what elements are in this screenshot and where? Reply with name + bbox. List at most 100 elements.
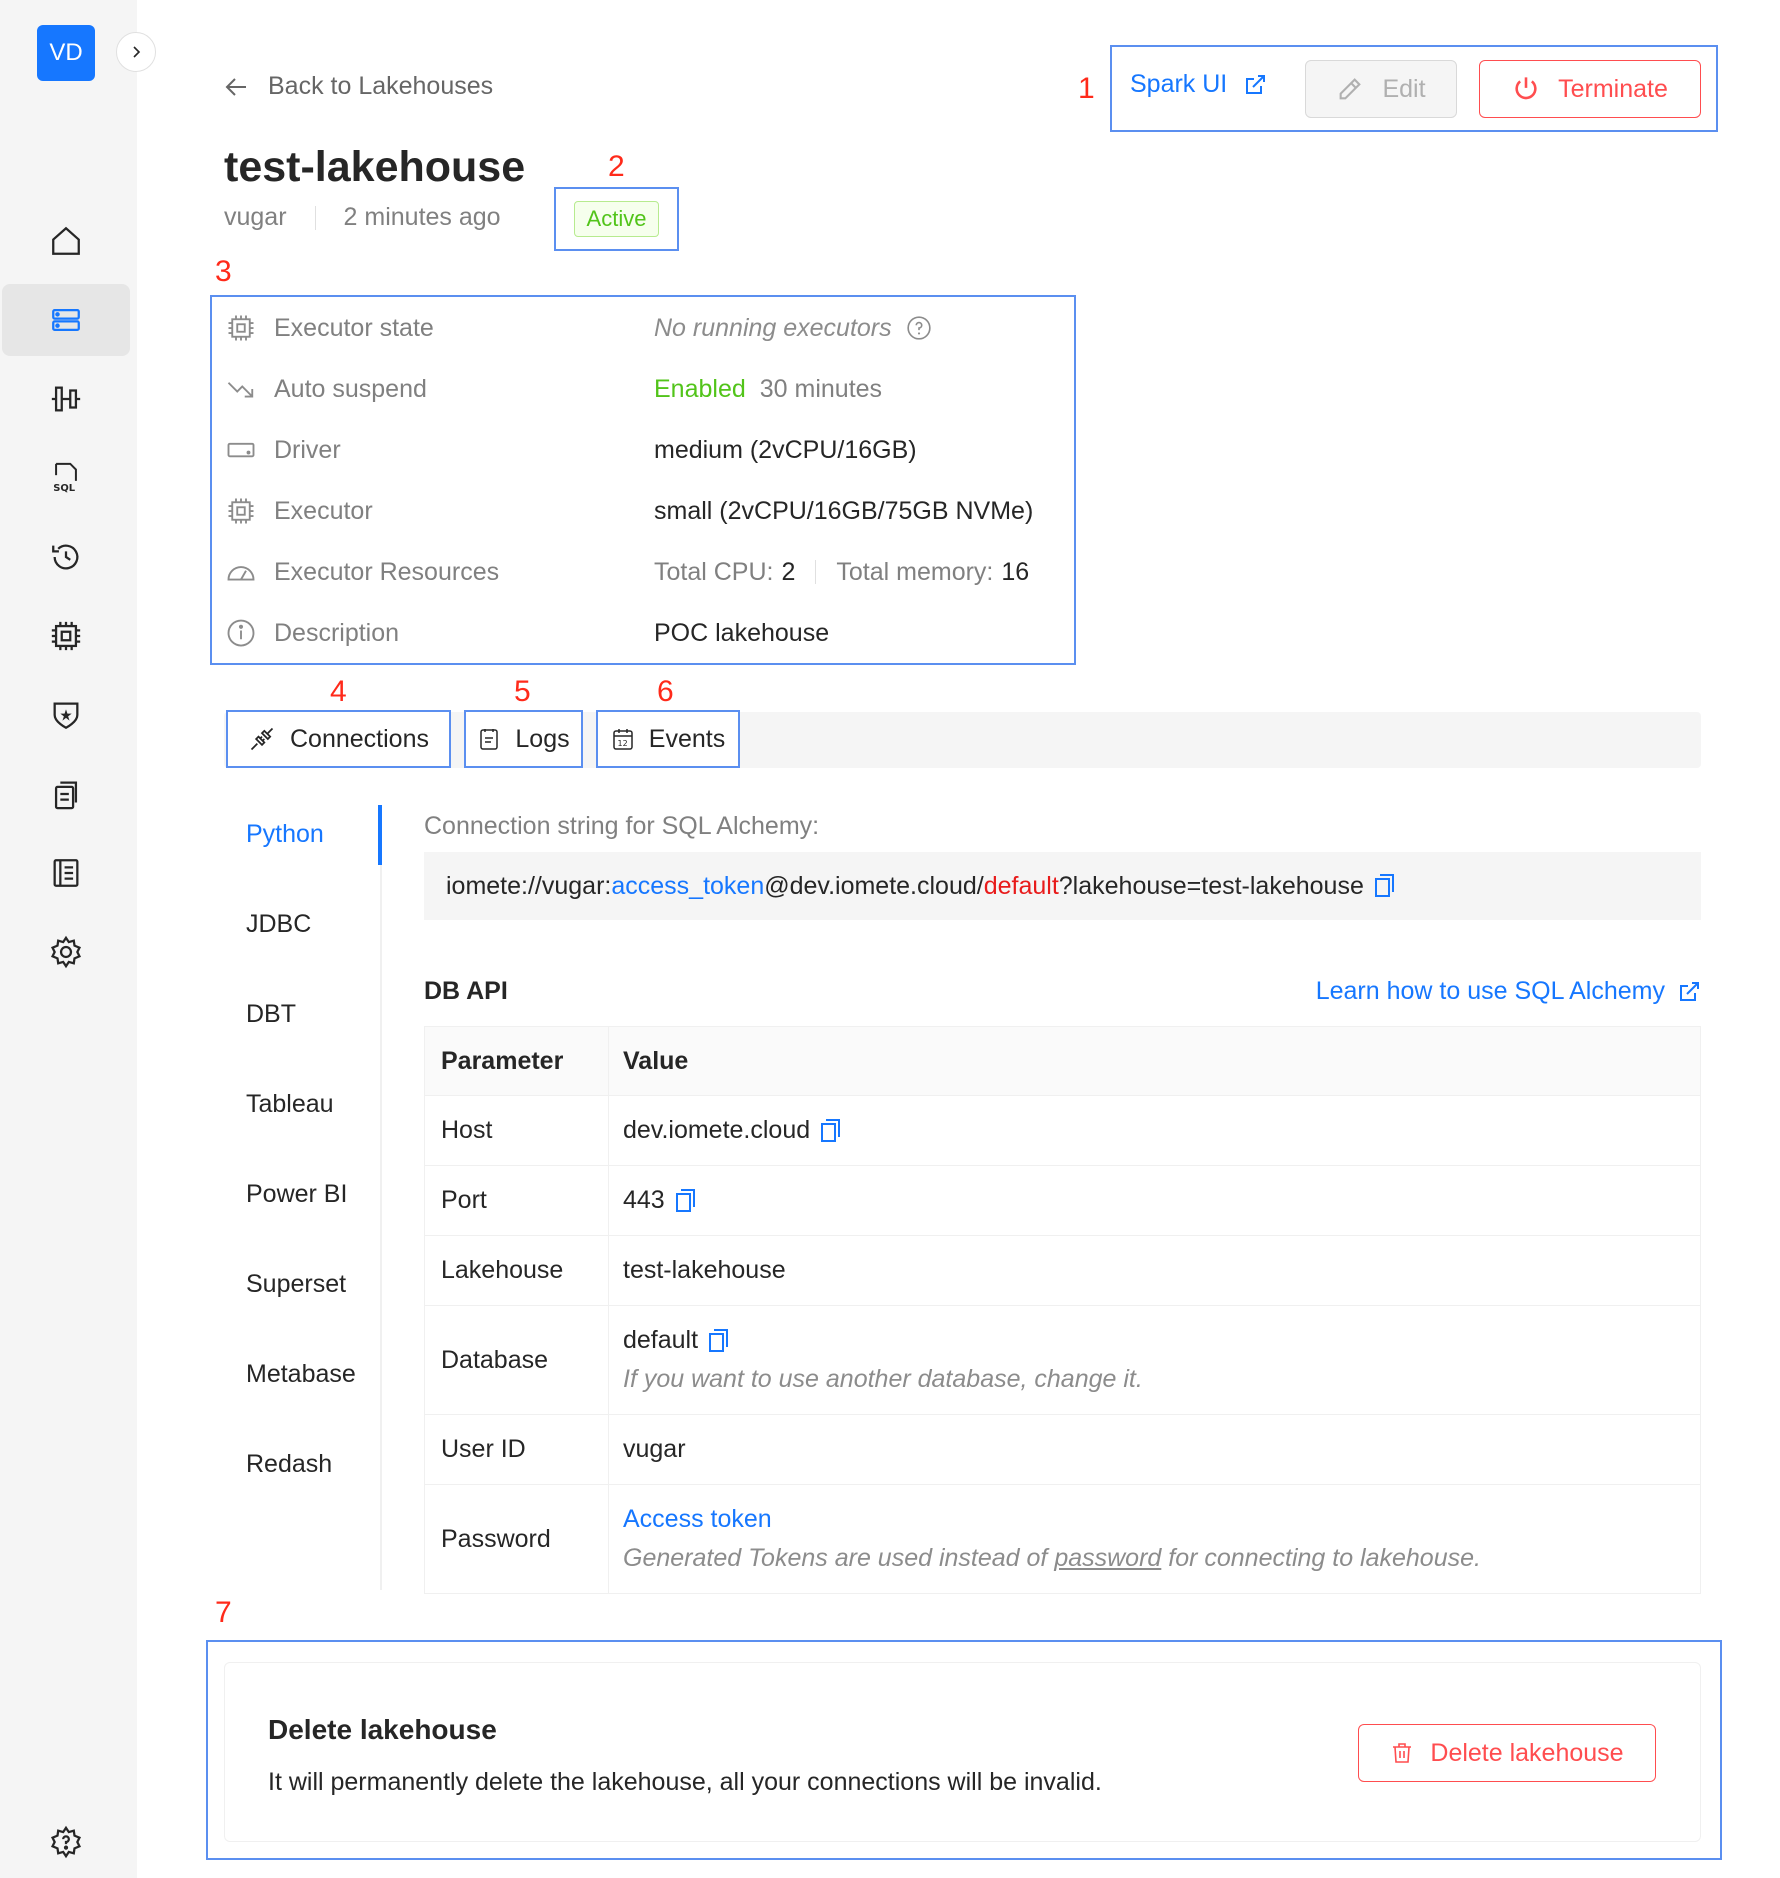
detail-label: Executor state [274,313,434,342]
user-avatar[interactable]: VD [37,25,95,81]
access-token-link[interactable]: Access token [623,1505,1700,1534]
detail-value: No running executors [654,314,932,343]
status-annotation-box: Active [554,187,679,251]
auto-suspend-duration: 30 minutes [759,374,883,403]
back-to-lakehouses-link[interactable]: Back to Lakehouses [224,72,493,101]
lakehouse-meta: vugar 2 minutes ago [224,203,501,232]
conn-suffix: ?lakehouse=test-lakehouse [1058,871,1364,900]
database-value: default [623,1326,699,1354]
param-cell: Host [425,1096,609,1165]
tab-logs-label: Logs [515,724,570,753]
details-annotation-box [210,295,1076,665]
spark-jobs-icon[interactable] [2,363,130,435]
dashboard-gauge-icon [224,555,258,589]
learn-link-label: Learn how to use SQL Alchemy [1315,977,1665,1005]
sidebar: VD SQL [0,0,137,1878]
menu-item-redash[interactable]: Redash [246,1450,332,1479]
host-value: dev.iomete.cloud [623,1116,811,1144]
arrow-left-icon [225,77,246,96]
svg-text:SQL: SQL [53,483,76,494]
db-api-title: DB API [424,977,508,1005]
chevron-right-icon [133,46,141,58]
detail-label: Auto suspend [274,374,427,403]
page-title: test-lakehouse [224,143,526,191]
sidebar-collapse-button[interactable] [116,32,156,72]
history-icon[interactable] [2,521,130,593]
trash-icon [1393,1743,1412,1763]
menu-item-dbt[interactable]: DBT [246,1000,296,1029]
menu-item-jdbc[interactable]: JDBC [246,910,311,939]
documents-icon[interactable] [2,758,130,830]
menu-item-power-bi[interactable]: Power BI [246,1180,347,1209]
delete-lakehouse-button[interactable]: Delete lakehouse [1358,1724,1656,1782]
annotation-3: 3 [215,255,232,288]
chip-icon[interactable] [2,600,130,672]
param-cell: Database [425,1306,609,1414]
db-api-table: Parameter Value Host dev.iomete.cloud Po… [424,1026,1701,1594]
edit-button[interactable]: Edit [1305,60,1457,118]
log-file-icon [480,729,499,750]
info-circle-icon [224,616,258,650]
column-header-parameter: Parameter [425,1027,609,1095]
plug-connection-icon [250,727,274,751]
security-shield-icon[interactable] [2,679,130,751]
help-icon[interactable] [2,1806,130,1878]
menu-item-tableau[interactable]: Tableau [246,1090,334,1119]
conn-prefix: iomete://vugar: [446,871,612,900]
resources-divider [815,560,817,584]
value-cell: default If you want to use another datab… [609,1306,1700,1414]
detail-label: Description [274,618,400,647]
detail-driver: Driver medium (2vCPU/16GB) [224,430,1064,470]
calendar-icon: 12 [613,729,633,750]
executor-value: small (2vCPU/16GB/75GB NVMe) [654,496,1034,525]
annotation-4: 4 [330,675,347,708]
detail-executor-state: Executor state No running executors [224,308,1064,348]
table-row: Port 443 [425,1166,1700,1236]
copy-icon[interactable] [820,1118,842,1144]
menu-item-superset[interactable]: Superset [246,1270,346,1299]
home-icon[interactable] [2,205,130,277]
menu-item-metabase[interactable]: Metabase [246,1360,356,1389]
sql-editor-icon[interactable]: SQL [2,442,130,514]
hard-drive-icon [224,433,258,467]
table-row: Host dev.iomete.cloud [425,1096,1700,1166]
lakehouse-icon[interactable] [2,284,130,356]
menu-item-python[interactable]: Python [246,820,324,849]
annotation-6: 6 [657,675,674,708]
created-time: 2 minutes ago [343,203,501,231]
copy-icon[interactable] [708,1328,730,1354]
total-memory-label: Total memory: [836,557,994,586]
annotation-5: 5 [514,675,531,708]
delete-description: It will permanently delete the lakehouse… [268,1768,1102,1796]
tab-logs[interactable]: Logs [464,710,583,768]
catalog-icon[interactable] [2,837,130,909]
password-link[interactable]: password [1054,1544,1161,1572]
status-badge: Active [573,201,660,237]
copy-icon[interactable] [1374,873,1396,899]
pencil-icon [1340,78,1362,100]
conn-host: @dev.iomete.cloud/ [764,871,984,900]
param-cell: Lakehouse [425,1236,609,1305]
question-circle-icon[interactable] [906,315,932,341]
tab-connections[interactable]: Connections [226,710,451,768]
edit-label: Edit [1382,74,1426,103]
settings-gear-icon[interactable] [2,916,130,988]
spark-ui-link[interactable]: Spark UI [1130,70,1267,99]
lakehouse-value: test-lakehouse [623,1256,786,1284]
connection-string-box: iomete://vugar: access_token @dev.iomete… [424,852,1701,920]
param-cell: Password [425,1485,609,1593]
learn-sql-alchemy-link[interactable]: Learn how to use SQL Alchemy [1316,977,1701,1006]
value-cell: 443 [609,1166,1700,1235]
param-cell: User ID [425,1415,609,1484]
tab-events[interactable]: 12 Events [596,710,740,768]
password-hint-text: for connecting to lakehouse. [1161,1544,1481,1572]
value-cell: Access token Generated Tokens are used i… [609,1485,1700,1593]
external-link-icon [1246,74,1266,94]
copy-icon[interactable] [675,1188,697,1214]
terminate-button[interactable]: Terminate [1479,60,1701,118]
value-cell: dev.iomete.cloud [609,1096,1700,1165]
database-hint: If you want to use another database, cha… [623,1365,1143,1393]
total-memory-value: 16 [1001,557,1030,586]
annotation-2: 2 [608,150,625,183]
table-header-row: Parameter Value [425,1027,1700,1096]
